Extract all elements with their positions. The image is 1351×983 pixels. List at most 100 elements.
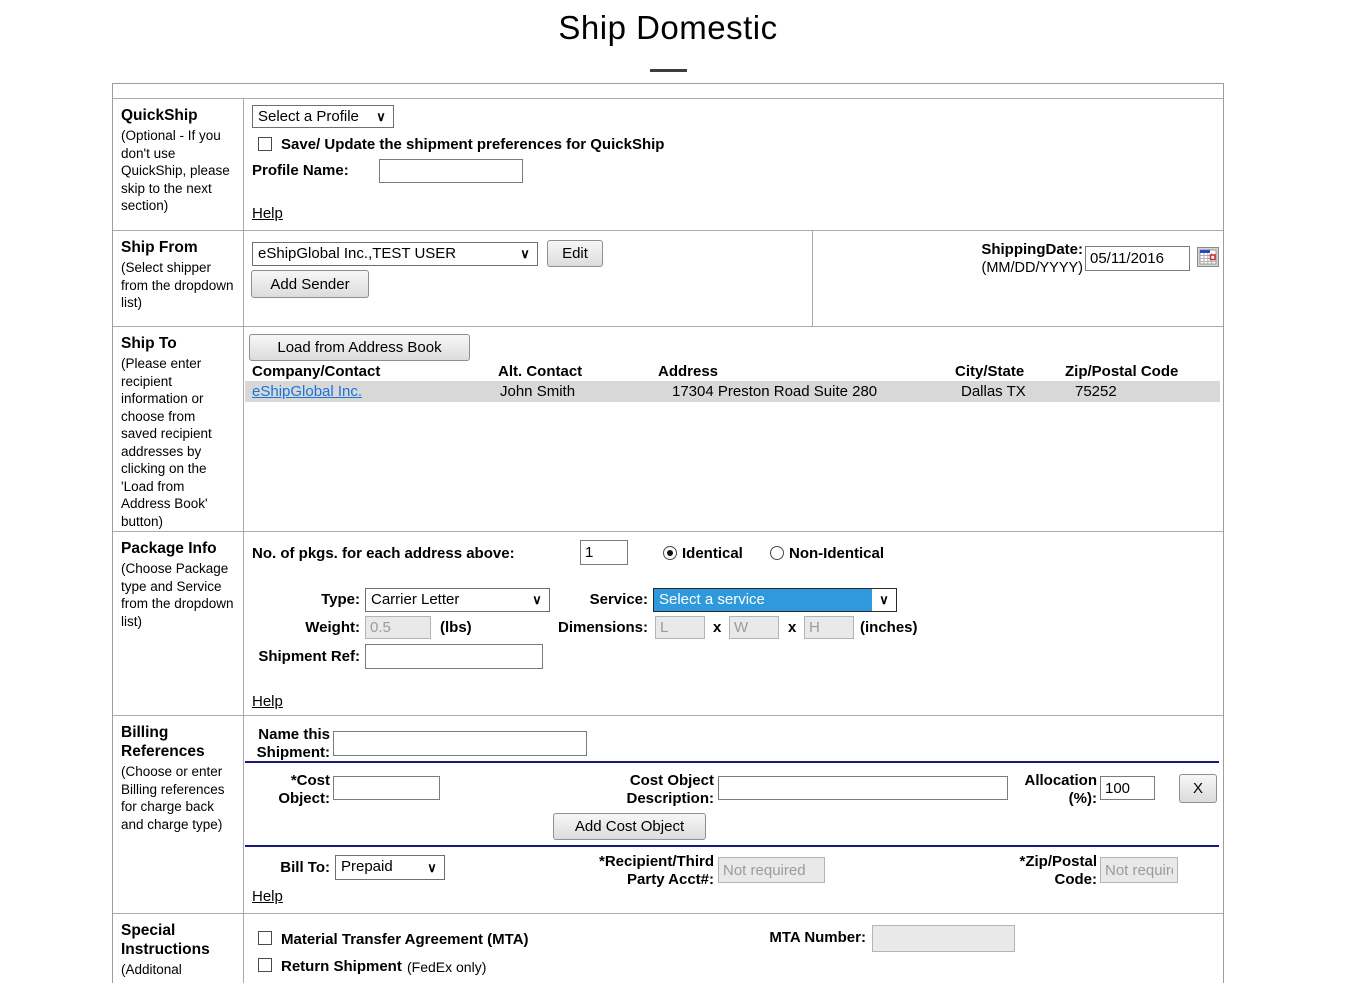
- pkg-count-input[interactable]: [580, 540, 628, 565]
- billing-help-link[interactable]: Help: [252, 888, 283, 905]
- ship-from-divider: [812, 231, 813, 326]
- billing-note: (Choose or enter Billing references for …: [121, 763, 235, 833]
- col-zip-postal: Zip/Postal Code: [1065, 363, 1178, 380]
- name-shipment-input[interactable]: [333, 731, 587, 756]
- mta-checkbox[interactable]: [258, 931, 272, 945]
- section-special-instructions: Special Instructions (Additonal Material…: [113, 913, 1223, 983]
- chevron-down-icon: ∨: [420, 856, 444, 879]
- billing-divider-1: [245, 761, 1219, 763]
- ship-to-heading: Ship To: [121, 334, 235, 353]
- cost-object-input[interactable]: [333, 776, 440, 800]
- edit-sender-button[interactable]: Edit: [547, 240, 603, 267]
- dim-sep-2: x: [788, 619, 796, 636]
- profile-select-value: Select a Profile: [253, 106, 369, 127]
- section-package-info: Package Info (Choose Package type and Se…: [113, 531, 1223, 715]
- bill-to-label: Bill To:: [244, 859, 330, 877]
- non-identical-radio[interactable]: [770, 546, 784, 560]
- pkg-count-label: No. of pkgs. for each address above:: [252, 545, 515, 562]
- special-heading: Special Instructions: [121, 921, 235, 959]
- dimension-l-input: [655, 616, 705, 639]
- calendar-icon[interactable]: [1197, 247, 1219, 272]
- ship-to-note: (Please enter recipient information or c…: [121, 355, 235, 530]
- weight-unit: (lbs): [440, 619, 472, 636]
- mta-number-input: [872, 925, 1015, 952]
- profile-name-input[interactable]: [379, 159, 523, 183]
- billing-heading: Billing References: [121, 723, 235, 761]
- col-city-state: City/State: [955, 363, 1024, 380]
- package-help-link[interactable]: Help: [252, 693, 283, 710]
- spacer-row: [113, 84, 1223, 98]
- dimensions-label: Dimensions:: [532, 619, 648, 637]
- cost-object-label: *Cost Object:: [244, 772, 330, 808]
- shipment-ref-label: Shipment Ref:: [244, 648, 360, 666]
- shipping-date-label: ShippingDate:: [887, 241, 1083, 259]
- recipient-company-link[interactable]: eShipGlobal Inc.: [252, 383, 362, 400]
- weight-input: [365, 616, 431, 639]
- chevron-down-icon: ∨: [369, 106, 393, 127]
- cost-desc-input[interactable]: [718, 776, 1008, 800]
- chevron-down-icon: ∨: [872, 589, 896, 611]
- mta-checkbox-label: Material Transfer Agreement (MTA): [281, 931, 529, 948]
- return-shipment-checkbox[interactable]: [258, 958, 272, 972]
- dimension-w-input: [729, 616, 779, 639]
- save-update-checkbox-label: Save/ Update the shipment preferences fo…: [281, 136, 664, 153]
- zip-postal-label: *Zip/Postal Code:: [1016, 853, 1097, 889]
- type-select-value: Carrier Letter: [366, 589, 525, 611]
- recipient-acct-label: *Recipient/Third Party Acct#:: [574, 853, 714, 889]
- return-shipment-label: Return Shipment: [281, 958, 402, 975]
- service-label: Service:: [532, 591, 648, 609]
- recipient-acct-input: [718, 857, 825, 883]
- section-billing-references: Billing References (Choose or enter Bill…: [113, 715, 1223, 913]
- remove-cost-object-button[interactable]: X: [1179, 774, 1217, 803]
- shipper-select-value: eShipGlobal Inc.,TEST USER: [253, 243, 513, 265]
- profile-name-label: Profile Name:: [252, 162, 349, 179]
- shipping-date-format: (MM/DD/YYYY): [887, 259, 1083, 277]
- service-select-value: Select a service: [654, 589, 872, 611]
- recipient-address: 17304 Preston Road Suite 280: [672, 383, 877, 400]
- quickship-heading: QuickShip: [121, 106, 235, 125]
- non-identical-label: Non-Identical: [789, 545, 884, 562]
- quickship-note: (Optional - If you don't use QuickShip, …: [121, 127, 235, 215]
- title-divider: [650, 69, 687, 72]
- identical-label: Identical: [682, 545, 743, 562]
- ship-domestic-form: QuickShip (Optional - If you don't use Q…: [112, 83, 1224, 983]
- bill-to-select[interactable]: Prepaid ∨: [335, 855, 445, 880]
- mta-number-label: MTA Number:: [756, 929, 866, 947]
- package-info-note: (Choose Package type and Service from th…: [121, 560, 235, 630]
- save-update-checkbox[interactable]: [258, 137, 272, 151]
- add-sender-button[interactable]: Add Sender: [251, 270, 369, 298]
- recipient-city-state: Dallas TX: [961, 383, 1026, 400]
- add-cost-object-button[interactable]: Add Cost Object: [553, 813, 706, 840]
- zip-postal-input: [1100, 857, 1178, 883]
- shipper-select[interactable]: eShipGlobal Inc.,TEST USER ∨: [252, 242, 538, 266]
- page-title: Ship Domestic: [112, 0, 1224, 48]
- page-header: Ship Domestic: [112, 0, 1224, 72]
- chevron-down-icon: ∨: [513, 243, 537, 265]
- package-info-heading: Package Info: [121, 539, 235, 558]
- bill-to-select-value: Prepaid: [336, 856, 420, 879]
- recipient-alt-contact: John Smith: [500, 383, 575, 400]
- identical-radio[interactable]: [663, 546, 677, 560]
- ship-from-note: (Select shipper from the dropdown list): [121, 259, 235, 312]
- allocation-label: Allocation (%):: [1016, 772, 1097, 808]
- section-ship-from: Ship From (Select shipper from the dropd…: [113, 230, 1223, 326]
- quickship-help-link[interactable]: Help: [252, 205, 283, 222]
- allocation-input[interactable]: [1100, 776, 1155, 800]
- shipping-date-input[interactable]: [1085, 246, 1190, 271]
- dimension-h-input: [804, 616, 854, 639]
- load-address-book-button[interactable]: Load from Address Book: [249, 334, 470, 361]
- shipment-ref-input[interactable]: [365, 644, 543, 669]
- return-shipment-note: (FedEx only): [407, 959, 486, 975]
- profile-select[interactable]: Select a Profile ∨: [252, 105, 394, 128]
- type-select[interactable]: Carrier Letter ∨: [365, 588, 550, 612]
- weight-label: Weight:: [244, 619, 360, 637]
- name-shipment-label: Name this Shipment:: [244, 726, 330, 762]
- section-ship-to: Ship To (Please enter recipient informat…: [113, 326, 1223, 531]
- dim-sep-1: x: [713, 619, 721, 636]
- special-note: (Additonal: [121, 961, 235, 979]
- col-alt-contact: Alt. Contact: [498, 363, 582, 380]
- service-select[interactable]: Select a service ∨: [653, 588, 897, 612]
- cost-desc-label: Cost Object Description:: [574, 772, 714, 808]
- col-address: Address: [658, 363, 718, 380]
- dim-unit: (inches): [860, 619, 918, 636]
